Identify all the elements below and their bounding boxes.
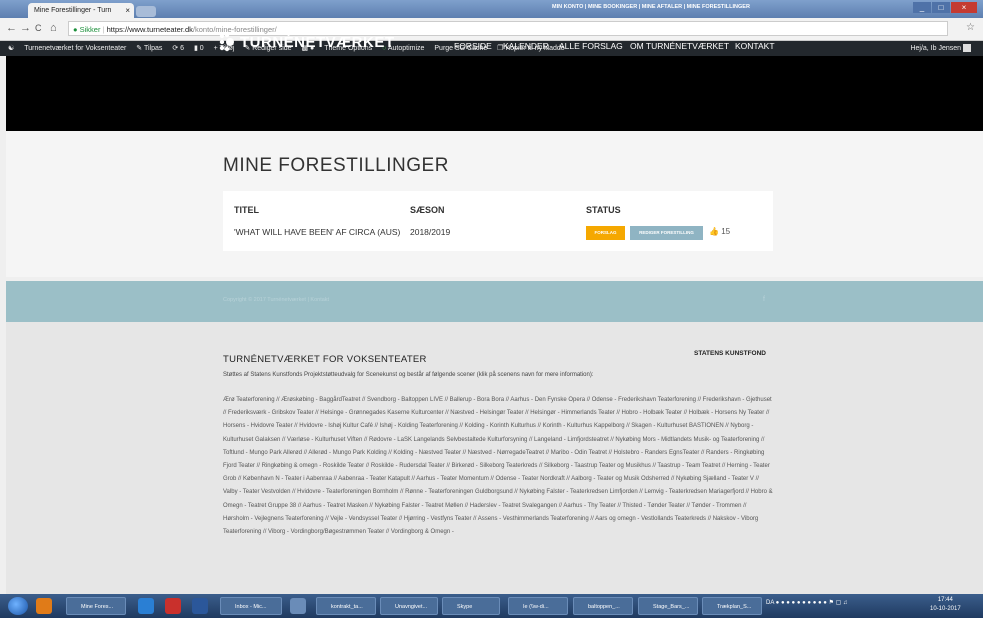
taskbar-skype[interactable]: Skype [442,597,500,615]
browser-toolbar: ← → C ⌂ ● Sikker | https://www.turneteat… [0,18,983,41]
thumbs-up-icon: 👍 [709,227,719,236]
likes-count: 15 [721,227,731,236]
nav-om-turnenetvaerket[interactable]: OM TURNÉNETVÆRKET [630,41,729,51]
url-host: https://www.turneteater.dk [106,25,193,34]
new-tab-button[interactable] [136,6,156,17]
site-header [6,56,983,131]
home-icon[interactable]: ⌂ [50,22,57,34]
sponsor-logo: STATENS KUNSTFOND [694,350,766,357]
footer-heading: TURNÉNETVÆRKET FOR VOKSENTEATER [223,354,427,365]
taskbar-unavngivet[interactable]: Unavngivet... [380,597,438,615]
acrobat-icon[interactable] [165,598,181,614]
page-title: MINE FORESTILLINGER [223,155,449,176]
secure-label: Sikker [79,25,101,34]
edit-performance-button[interactable]: REDIGER FORESTILLING [630,226,703,240]
venue-list[interactable]: Ærø Teaterforening // Ærøskøbing - Baggå… [223,394,773,539]
taskbar-folder[interactable]: Ie (\\w-di... [508,597,568,615]
bookmark-star-icon[interactable]: ☆ [966,22,975,33]
pencil-icon: ✎ [136,45,144,52]
copyright-text: Copyright © 2017 Turnénetværket | Kontak… [223,297,330,303]
address-bar[interactable]: ● Sikker | https://www.turneteater.dk/ko… [68,21,948,36]
clock-time: 17:44 [937,597,953,603]
media-player-icon[interactable] [36,598,52,614]
admin-user-label: Hej/a, Ib Jensen [910,45,962,52]
account-menu[interactable]: MIN KONTO | MINE BOOKINGER | MINE AFTALE… [552,4,750,10]
language-indicator[interactable]: DA [766,600,774,606]
performance-season: 2018/2019 [410,227,451,237]
maximize-button[interactable]: □ [932,2,950,13]
window-controls: _ □ × [913,2,977,13]
nav-kontakt[interactable]: KONTAKT [735,41,775,51]
ie-icon[interactable] [138,598,154,614]
admin-updates[interactable]: ⟳ 6 [172,41,184,56]
minimize-button[interactable]: _ [913,2,931,13]
admin-updates-count: 6 [180,45,185,52]
start-button[interactable] [8,597,28,615]
admin-customize[interactable]: ✎ Tilpas [136,41,162,56]
nav-alle-forslag[interactable]: ALLE FORSLAG [559,41,623,51]
admin-user[interactable]: Hej/a, Ib Jensen [910,41,971,56]
app-icon[interactable] [290,598,306,614]
tab-close-icon[interactable]: × [125,3,130,18]
close-window-button[interactable]: × [951,2,977,13]
column-header-saeson: SÆSON [410,205,445,215]
logo-icon [219,32,234,52]
taskbar-traekplan[interactable]: Trækplan_S... [702,597,762,615]
reload-icon[interactable]: C [35,23,42,33]
site-logo[interactable]: TURNÉNETVÆRKET [240,34,395,51]
word-icon[interactable] [192,598,208,614]
admin-customize-label: Tilpas [143,45,163,52]
column-header-titel: TITEL [234,205,259,215]
likes: 👍 15 [709,227,730,236]
clock-date: 10-10-2017 [930,606,961,612]
admin-site-name[interactable]: Turnenetværket for Voksenteater [24,41,126,56]
taskbar-outlook[interactable]: Inbox - Mic... [220,597,282,615]
tab-title: Mine Forestillinger - Turn [34,7,112,14]
facebook-icon[interactable]: f [763,296,765,303]
nav-forside[interactable]: FORSIDE [454,41,492,51]
system-tray[interactable]: DA ● ● ● ● ● ● ● ● ● ● ⚑ ▢ ♫ [766,599,847,606]
forward-icon[interactable]: → [20,22,31,34]
nav-kalender[interactable]: KALENDER [503,41,549,51]
admin-comments-count: 0 [199,45,204,52]
avatar [963,44,971,53]
taskbar-baltoppen[interactable]: baltoppen_... [573,597,633,615]
taskbar-clock[interactable]: 17:44 10-10-2017 [930,596,961,614]
wordpress-icon[interactable]: ☯ [8,41,14,56]
taskbar-chrome[interactable]: Mine Fores... [66,597,126,615]
browser-tab[interactable]: Mine Forestillinger - Turn × [28,3,134,18]
back-icon[interactable]: ← [6,22,17,34]
status-badge: FORSLAG [586,226,625,240]
admin-comments[interactable]: ▮ 0 [194,41,204,56]
performances-table [223,191,773,251]
refresh-icon: ⟳ [172,45,181,52]
taskbar-kontrakt[interactable]: kontrakt_ta... [316,597,376,615]
lock-icon: ● [73,25,78,34]
column-header-status: STATUS [586,205,621,215]
performance-title-link[interactable]: 'WHAT WILL HAVE BEEN' AF CIRCA (AUS) [234,227,400,237]
taskbar-stage-bars[interactable]: Stage_Bars_... [638,597,698,615]
footer-intro: Støttes af Statens Kunstfonds Projektstø… [223,372,594,378]
copyright-band [6,281,983,322]
